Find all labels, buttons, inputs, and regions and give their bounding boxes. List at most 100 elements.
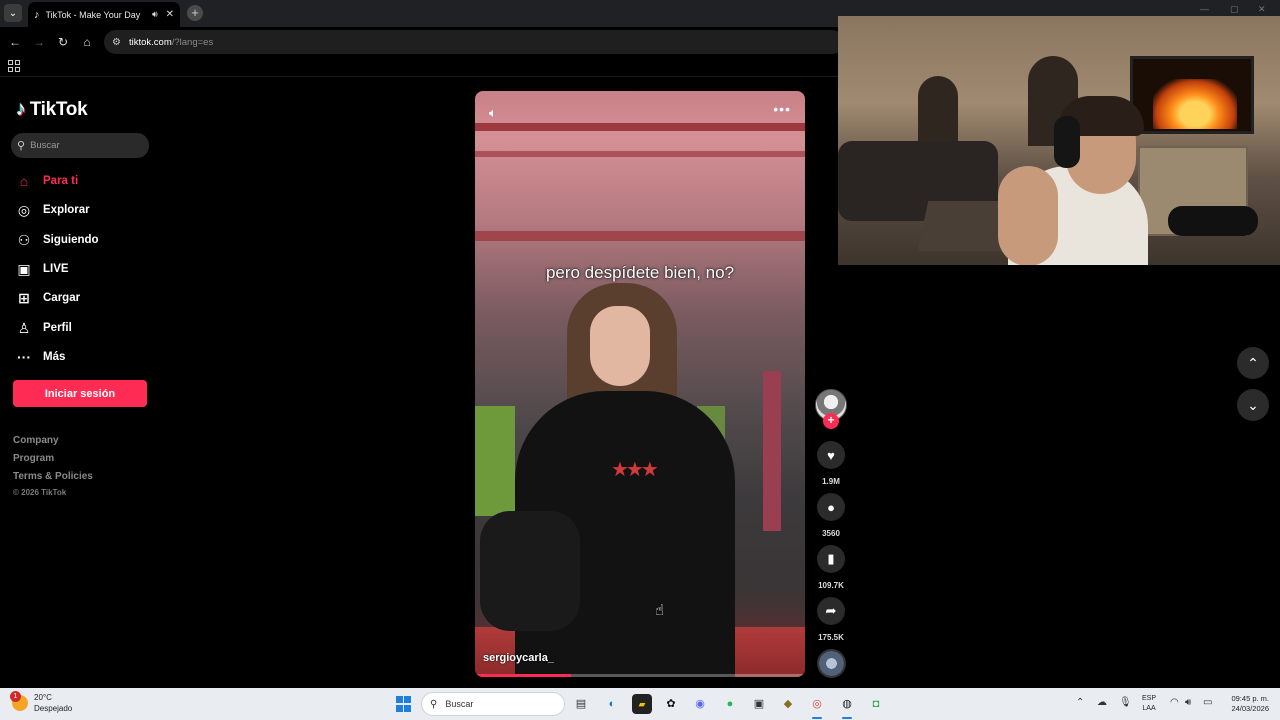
share-button[interactable]: ➦ — [817, 597, 845, 625]
sidebar-item-perfil[interactable]: ♙ Perfil — [16, 319, 72, 337]
url-host: tiktok.com — [128, 36, 172, 48]
search-input[interactable]: ⚲ Buscar — [11, 133, 149, 158]
keyboard-language[interactable]: ESP LAA — [1142, 694, 1156, 714]
tray-chevron-up-icon[interactable]: ⌃ — [1076, 697, 1084, 708]
next-video-button[interactable]: ⌄ — [1237, 389, 1269, 421]
save-count: 109.7K — [818, 581, 844, 590]
clock-date: 24/03/2026 — [1231, 704, 1269, 713]
sidebar-item-explorar[interactable]: ◎ Explorar — [16, 201, 90, 219]
sidebar-item-label: Para ti — [43, 175, 79, 187]
footer-link-company[interactable]: Company — [13, 435, 59, 446]
tiktok-favicon-icon: ♪ — [34, 8, 40, 21]
scene-green-wall — [475, 406, 515, 516]
apps-grid-icon[interactable] — [8, 60, 20, 72]
sidebar-item-live[interactable]: ▣ LIVE — [16, 260, 68, 278]
like-button[interactable]: ♥ — [817, 441, 845, 469]
music-disc-icon[interactable] — [817, 649, 846, 678]
comment-count: 3560 — [822, 529, 840, 538]
scene-beam — [475, 123, 805, 131]
site-info-icon[interactable]: ⚙ — [112, 37, 121, 48]
address-bar[interactable]: ⚙ tiktok.com /?lang=es — [104, 30, 844, 54]
more-icon: ··· — [17, 349, 31, 365]
discord-icon[interactable]: ◉ — [690, 694, 710, 714]
obs-icon[interactable]: ◍ — [837, 694, 857, 714]
spotify-icon[interactable]: ● — [720, 694, 740, 714]
compass-icon: ◎ — [17, 201, 31, 218]
upload-icon: ⊞ — [18, 289, 30, 306]
system-clock[interactable]: 09:45 p. m. 24/03/2026 — [1225, 694, 1269, 714]
comment-icon: ● — [827, 499, 835, 515]
follow-plus-icon[interactable]: + — [823, 413, 839, 429]
tab-title: TikTok - Make Your Day — [45, 9, 141, 20]
login-button[interactable]: Iniciar sesión — [13, 380, 147, 407]
weather-desc: Despejado — [34, 704, 73, 713]
sidebar-item-para-ti[interactable]: ⌂ Para ti — [16, 172, 78, 190]
speaker-icon[interactable]: 🔊︎ — [1185, 697, 1191, 708]
sticky-notes-icon[interactable]: ▰ — [632, 694, 652, 714]
sidebar-item-label: Más — [43, 351, 66, 363]
chatgpt-icon[interactable]: ✿ — [661, 694, 681, 714]
webcam-headset — [1054, 116, 1080, 168]
footer-link-terms[interactable]: Terms & Policies — [13, 471, 93, 482]
maximize-icon[interactable]: ▢ — [1230, 4, 1239, 15]
microphone-icon[interactable]: 🎙︎ — [1119, 697, 1132, 708]
sweater-stars: ★★★ — [611, 459, 659, 481]
video-player[interactable]: ★★★ 🔈︎ ••• pero despídete bien, no? serg… — [475, 91, 805, 677]
tiktok-logo[interactable]: ♪ TikTok — [16, 98, 88, 121]
weather-widget[interactable]: 1 20°C Despejado — [10, 691, 73, 714]
terminal-icon[interactable]: ▣ — [749, 694, 769, 714]
video-more-icon[interactable]: ••• — [773, 101, 791, 117]
webcam-doorway — [918, 76, 958, 146]
webcam-microphone — [1168, 206, 1258, 236]
chrome-icon[interactable]: ◎ — [807, 694, 827, 714]
cloud-icon[interactable]: ☁ — [1097, 697, 1107, 708]
game-bar-icon[interactable]: ◘ — [866, 694, 886, 714]
webcam-streamer-arm — [998, 166, 1058, 265]
lang-code: ESP — [1142, 695, 1157, 702]
task-view-icon[interactable]: ▤ — [571, 694, 591, 714]
weather-temp: 20°C — [34, 693, 52, 702]
search-placeholder: Buscar — [30, 140, 60, 151]
window-close-icon[interactable]: ✕ — [1258, 4, 1266, 15]
sidebar-item-label: Siguiendo — [43, 234, 99, 246]
volume-icon[interactable]: 🔈︎ — [489, 105, 497, 121]
wifi-icon[interactable]: ◠ — [1170, 697, 1179, 708]
taskbar-search-placeholder: Buscar — [445, 699, 474, 709]
sidebar-item-cargar[interactable]: ⊞ Cargar — [16, 289, 80, 307]
forward-icon[interactable]: → — [30, 33, 48, 51]
webcam-fire — [1153, 79, 1237, 129]
new-tab-button[interactable]: + — [187, 5, 203, 21]
tab-search-menu-button[interactable]: ⌄ — [4, 4, 22, 22]
home-icon: ⌂ — [19, 173, 29, 189]
tiktok-note-icon: ♪ — [16, 98, 26, 120]
tab-close-icon[interactable]: ✕ — [166, 9, 174, 20]
back-icon[interactable]: ← — [6, 33, 24, 51]
sidebar-item-label: Explorar — [43, 204, 90, 216]
taskbar-search[interactable]: ⚲ Buscar — [421, 692, 565, 716]
video-progress-bar[interactable] — [475, 674, 805, 677]
obs-active-indicator — [842, 717, 852, 719]
tab-audio-icon[interactable]: 🔊︎ — [152, 9, 158, 20]
sidebar-item-siguiendo[interactable]: ⚇ Siguiendo — [16, 231, 99, 249]
comment-button[interactable]: ● — [817, 493, 845, 521]
reload-icon[interactable]: ↻ — [54, 33, 72, 51]
video-author[interactable]: sergioycarla_ — [483, 652, 554, 664]
game-launcher-icon[interactable]: ◆ — [778, 694, 798, 714]
edge-icon[interactable]: ◐ — [602, 694, 622, 714]
save-button[interactable]: ▮ — [817, 545, 845, 573]
webcam-tv — [1130, 56, 1254, 134]
footer-link-program[interactable]: Program — [13, 453, 54, 464]
scene-beam — [475, 231, 805, 241]
like-count: 1.9M — [822, 477, 840, 486]
scene-beam — [475, 151, 805, 157]
start-button[interactable] — [396, 696, 412, 712]
previous-video-button[interactable]: ⌃ — [1237, 347, 1269, 379]
browser-tab[interactable]: ♪ TikTok - Make Your Day 🔊︎ ✕ — [28, 2, 180, 27]
battery-icon[interactable]: ▭ — [1203, 697, 1212, 708]
live-icon: ▣ — [17, 260, 31, 277]
home-icon[interactable]: ⌂ — [78, 33, 96, 51]
heart-icon: ♥ — [827, 447, 835, 463]
share-count: 175.5K — [818, 633, 844, 642]
sidebar-item-mas[interactable]: ··· Más — [16, 348, 65, 366]
minimize-icon[interactable]: — — [1200, 4, 1209, 14]
